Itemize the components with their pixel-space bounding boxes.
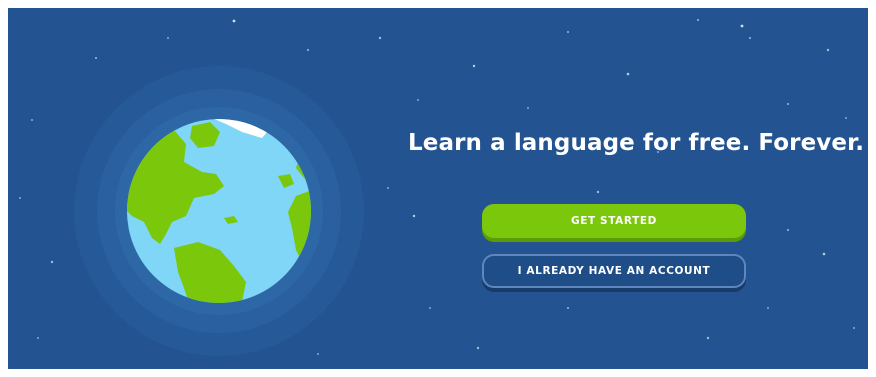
globe-icon	[74, 66, 364, 356]
have-account-button[interactable]: I ALREADY HAVE AN ACCOUNT	[482, 254, 746, 288]
hero-headline: Learn a language for free. Forever.	[408, 130, 865, 156]
get-started-button[interactable]: GET STARTED	[482, 204, 746, 238]
hero-section: Learn a language for free. Forever. GET …	[8, 8, 868, 369]
